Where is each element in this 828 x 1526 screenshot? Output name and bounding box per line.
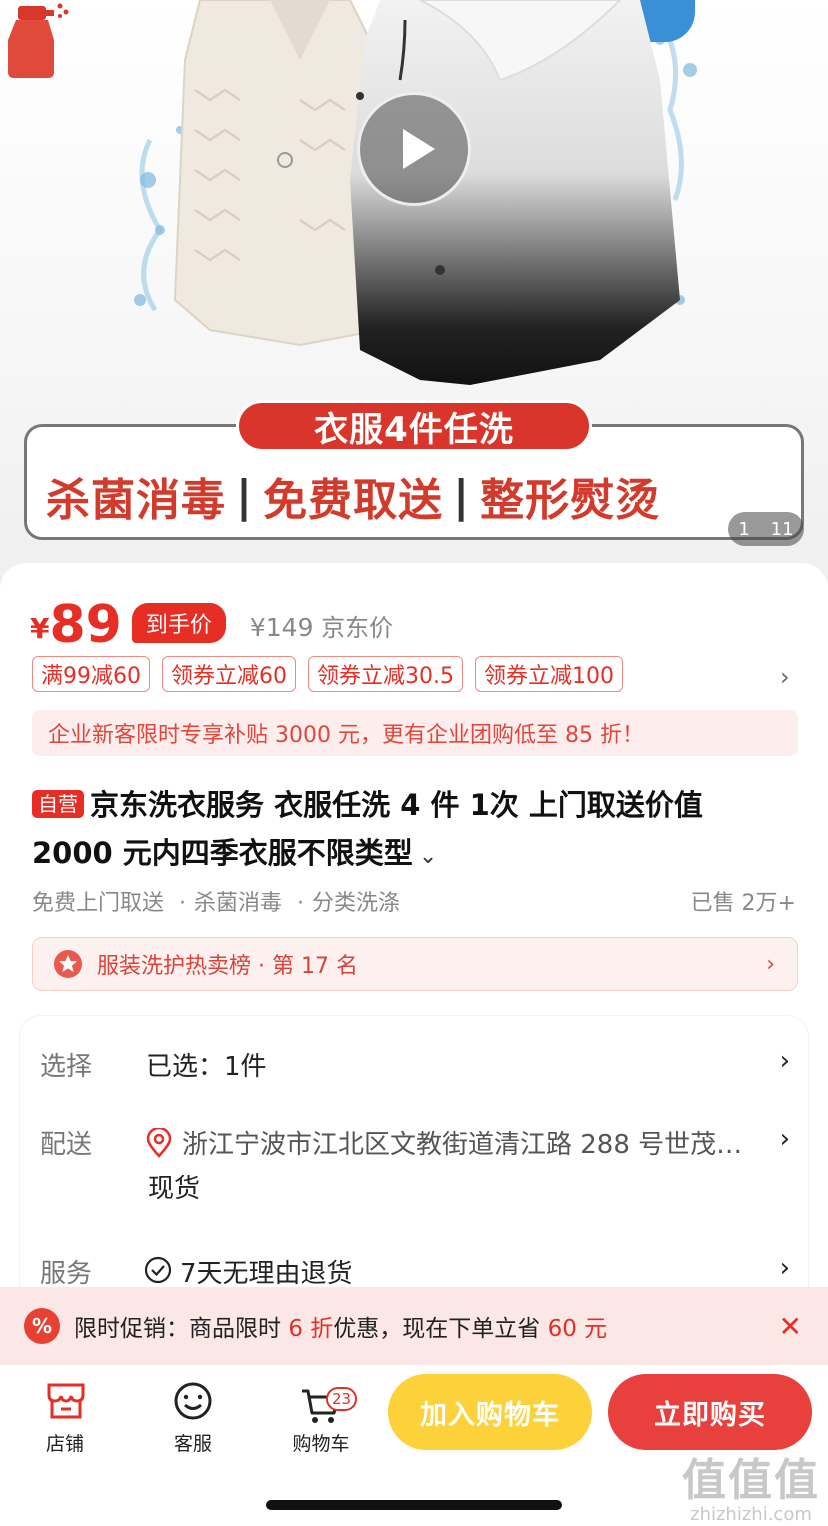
ranking-text: 服装洗护热卖榜 · 第 17 名 [97,954,358,979]
promo-prefix: 限时促销：商品限时 [74,1316,289,1342]
option-delivery-label: 配送 [40,1130,93,1160]
home-indicator[interactable] [266,1500,562,1510]
banner-separator: | [236,470,254,522]
coupon-tag[interactable]: 领券立减60 [162,656,296,692]
original-price: ¥149 京东价 [250,608,393,643]
chevron-right-icon: › [779,1124,790,1154]
spray-bottle-icon [8,3,69,78]
option-select-label: 选择 [40,1052,93,1082]
chevron-right-icon: › [779,1046,790,1076]
final-price: 89 [49,595,122,655]
location-pin-icon [146,1128,172,1158]
ranking-banner[interactable]: 服装洗护热卖榜 · 第 17 名 › [32,937,798,991]
banner-item: 杀菌消毒 [46,475,226,526]
promo-text: 限时促销：商品限时 6 折优惠，现在下单立省 60 元 [74,1309,607,1343]
feature-item: 杀菌消毒 [194,891,283,916]
option-service-label: 服务 [40,1259,93,1289]
cart-label: 购物车 [292,1433,350,1455]
ranking-chevron-icon: › [766,951,775,977]
shop-button[interactable]: 店铺 [20,1379,110,1455]
cart-button[interactable]: 23 购物车 [276,1379,366,1455]
banner-item: 免费取送 [263,475,444,526]
cart-count-badge: 23 [326,1387,358,1411]
buy-now-button[interactable]: 立即购买 [608,1374,812,1450]
option-service-value: 7天无理由退货 [180,1259,353,1289]
customer-service-button[interactable]: 客服 [148,1379,238,1455]
feature-separator: · [297,891,305,916]
feature-item: 免费上门取送 [32,891,165,916]
limited-promo-bar[interactable]: % 限时促销：商品限时 6 折优惠，现在下单立省 60 元 ✕ [0,1287,828,1365]
chevron-right-icon: › [779,1253,790,1283]
coupon-tag[interactable]: 领券立减30.5 [308,656,463,692]
banner-item: 整形熨烫 [480,475,661,526]
chat-smile-icon [174,1382,212,1420]
page-current: 1 [738,518,750,540]
product-title[interactable]: 自营 京东洗衣服务 衣服任洗 4 件 1次 上门取送价值 2000 元内四季衣服不… [32,781,792,881]
banner-text: 杀菌消毒 | 免费取送 | 整形熨烫 [46,468,706,527]
enterprise-notice-banner[interactable]: 企业新客限时专享补贴 3000 元，更有企业团购低至 85 折！ [32,710,798,756]
self-operated-badge: 自营 [32,790,84,818]
delivery-stock-status: 现货 [148,1174,201,1204]
watermark-logo: 值值值 [682,1455,820,1506]
feature-item: 分类洗涤 [312,891,401,916]
price-row: ¥ 89 到手价 ¥149 京东价 [30,593,393,653]
banner-pill: 衣服4件任洗 [236,400,592,452]
original-price-value: ¥149 [249,613,314,642]
shop-icon [47,1383,85,1419]
feature-separator: · [179,891,187,916]
medal-icon [54,950,82,978]
site-watermark: 值值值 zhizhizhi.com [676,1444,826,1525]
option-select-value: 已选：1件 [146,1052,267,1082]
coupon-tag[interactable]: 领券立减100 [475,656,623,692]
close-icon[interactable]: ✕ [779,1310,802,1343]
banner-separator: | [453,470,471,522]
coupon-more-chevron-icon[interactable]: › [780,663,790,691]
service-features: 免费上门取送 · 杀菌消毒 · 分类洗涤 [32,885,400,917]
coupon-list[interactable]: 满99减60 领券立减60 领券立减30.5 领券立减100 [32,656,623,692]
promo-middle: 优惠，现在下单立省 [333,1316,548,1342]
play-video-button[interactable] [357,92,471,206]
promo-discount: 6 折 [288,1316,334,1342]
options-card: 选择 已选：1件 › 配送 浙江宁波市江北区文教街道清江路 288 号世茂… 现… [20,1016,808,1316]
product-image-carousel[interactable]: 4件 衣服4件任洗 杀菌消毒 [0,0,828,590]
page-total: 11 [770,518,794,540]
discount-icon: % [24,1308,60,1344]
sold-count: 已售 2万+ [690,891,796,916]
delivery-address: 浙江宁波市江北区文教街道清江路 288 号世茂… [182,1130,743,1160]
play-icon [403,129,435,169]
customer-service-label: 客服 [173,1433,212,1455]
image-page-indicator: 1 11 [728,512,804,546]
add-to-cart-button[interactable]: 加入购物车 [388,1374,592,1450]
watermark-url: zhizhizhi.com [690,1504,812,1525]
price-symbol: ¥ [30,612,50,645]
shop-label: 店铺 [45,1433,84,1455]
check-circle-icon [144,1256,172,1284]
original-price-label: 京东价 [321,614,394,642]
promo-saving: 60 元 [547,1316,608,1342]
final-price-tag: 到手价 [131,603,226,643]
product-title-text: 京东洗衣服务 衣服任洗 4 件 1次 上门取送价值 2000 元内四季衣服不限类… [32,788,703,870]
expand-title-chevron-icon[interactable]: ⌄ [419,844,437,869]
coupon-tag[interactable]: 满99减60 [32,656,150,692]
